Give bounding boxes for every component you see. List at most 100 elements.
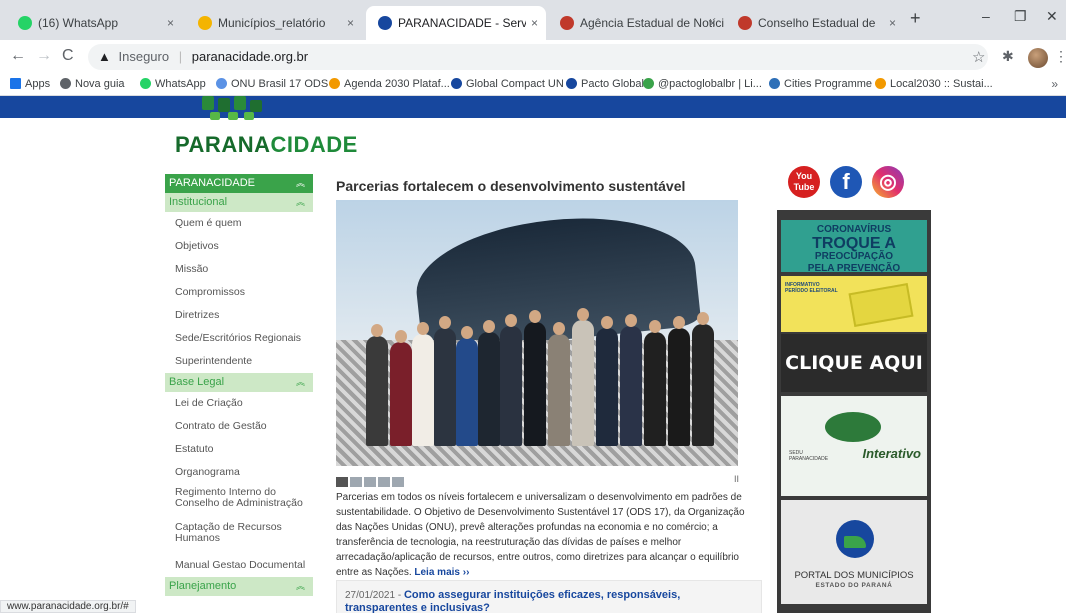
- facebook-icon[interactable]: f: [830, 166, 862, 198]
- tab-conselho[interactable]: Conselho Estadual de Desenvo ×: [726, 6, 904, 40]
- menu-icon[interactable]: ⋮: [1054, 48, 1066, 65]
- slide-dot[interactable]: [378, 477, 390, 487]
- tab-strip: (16) WhatsApp × Municípios_relatório × P…: [0, 0, 1066, 40]
- sidebar-item-superintendente[interactable]: Superintendente: [165, 350, 313, 373]
- sidebar-item-estatuto[interactable]: Estatuto: [165, 438, 313, 461]
- new-tab-button[interactable]: +: [910, 8, 921, 29]
- warning-icon: ▲: [98, 49, 111, 64]
- tab-whatsapp[interactable]: (16) WhatsApp ×: [6, 6, 182, 40]
- sidebar-item-organograma[interactable]: Organograma: [165, 461, 313, 484]
- sidebar-item-captacao[interactable]: Captação de Recursos Humanos: [165, 519, 313, 554]
- profile-avatar[interactable]: [1028, 48, 1048, 68]
- browser-window: (16) WhatsApp × Municípios_relatório × P…: [0, 0, 1066, 613]
- bookmark-agenda-2030[interactable]: Agenda 2030 Plataf...: [329, 78, 450, 90]
- ballot-box-icon: [848, 283, 914, 327]
- header-bar: [0, 96, 1066, 118]
- separator: |: [178, 49, 183, 64]
- article-summary: Parcerias em todos os níveis fortalecem …: [336, 492, 745, 578]
- sidebar-item-manual[interactable]: Manual Gestao Documental: [165, 554, 313, 577]
- slide-dot[interactable]: [350, 477, 362, 487]
- extensions-icon[interactable]: ✱: [1002, 48, 1014, 65]
- address-bar[interactable]: ▲ Inseguro | paranacidade.org.br: [88, 44, 988, 70]
- portal-emblem-icon: [836, 520, 874, 558]
- minimize-button[interactable]: –: [982, 8, 990, 24]
- whatsapp-icon: [140, 78, 151, 89]
- site-logo-text[interactable]: PARANACIDADE: [175, 132, 358, 158]
- tab-paranacidade[interactable]: PARANACIDADE - Serviço Soci ×: [366, 6, 546, 40]
- sidebar-item-objetivos[interactable]: Objetivos: [165, 235, 313, 258]
- instagram-icon[interactable]: ◎: [872, 166, 904, 198]
- pause-button[interactable]: II: [734, 474, 739, 484]
- back-button[interactable]: ←: [10, 47, 26, 65]
- close-icon[interactable]: ×: [347, 6, 354, 40]
- apps-grid-icon: [10, 78, 21, 89]
- more-bookmarks-button[interactable]: »: [1051, 77, 1058, 91]
- sidebar-item-diretrizes[interactable]: Diretrizes: [165, 304, 313, 327]
- eleitoral-banner[interactable]: INFORMATIVO PERÍODO ELEITORAL: [781, 276, 927, 332]
- sidebar-item-lei-criacao[interactable]: Lei de Criação: [165, 392, 313, 415]
- youtube-icon[interactable]: You Tube: [788, 166, 820, 198]
- bookmark-global-compact[interactable]: Global Compact UN: [451, 78, 564, 90]
- sidebar-header[interactable]: PARANACIDADE ︽: [165, 174, 313, 193]
- banner-column: CORONAVÍRUS TROQUE A PREOCUPAÇÃO PELA PR…: [777, 210, 931, 613]
- close-icon[interactable]: ×: [709, 6, 716, 40]
- reload-button[interactable]: C: [62, 47, 74, 65]
- bookmarks-bar: Apps Nova guia WhatsApp ONU Brasil 17 OD…: [0, 74, 1066, 96]
- sidebar-menu: PARANACIDADE ︽ Institucional ︽ Quem é quem…: [165, 174, 313, 596]
- close-icon[interactable]: ×: [167, 6, 174, 40]
- local2030-icon: [875, 78, 886, 89]
- bookmark-nova-guia[interactable]: Nova guia: [60, 78, 125, 90]
- bookmark-cities[interactable]: Cities Programme: [769, 78, 872, 90]
- crest-icon: [738, 16, 752, 30]
- sidebar-item-contrato[interactable]: Contrato de Gestão: [165, 415, 313, 438]
- sidebar-item-sede[interactable]: Sede/Escritórios Regionais: [165, 327, 313, 350]
- un-icon: [216, 78, 227, 89]
- globe-icon: [60, 78, 71, 89]
- tree-icon: [825, 412, 881, 442]
- eleitoral-tag: INFORMATIVO PERÍODO ELEITORAL: [785, 282, 838, 294]
- cities-icon: [769, 78, 780, 89]
- tab-title: Municípios_relatório: [218, 16, 326, 30]
- bookmark-apps[interactable]: Apps: [10, 78, 50, 90]
- chevron-up-icon: ︽: [295, 197, 305, 207]
- news-date: 27/01/2021 -: [345, 590, 404, 601]
- bookmark-onu[interactable]: ONU Brasil 17 ODS: [216, 78, 328, 90]
- slideshow-pagination: [336, 474, 406, 487]
- bookmark-pacto-global[interactable]: Pacto Global: [566, 78, 644, 90]
- bookmark-star-icon[interactable]: ☆: [972, 48, 985, 66]
- close-icon[interactable]: ×: [889, 6, 896, 40]
- tab-agencia[interactable]: Agência Estadual de Notícias ×: [548, 6, 724, 40]
- slide-dot[interactable]: [336, 477, 348, 487]
- sidebar-item-regimento[interactable]: Regimento Interno do Conselho de Adminis…: [165, 484, 313, 519]
- news-item[interactable]: 27/01/2021 - Como assegurar instituições…: [336, 580, 762, 613]
- close-window-button[interactable]: ✕: [1046, 8, 1058, 25]
- slideshow-image[interactable]: [336, 200, 738, 466]
- status-url: www.paranacidade.org.br/#: [0, 600, 136, 613]
- sidebar-item-missao[interactable]: Missão: [165, 258, 313, 281]
- article-title[interactable]: Parcerias fortalecem o desenvolvimento s…: [336, 178, 685, 194]
- interativo-banner[interactable]: SEDU PARANACIDADE Interativo: [781, 396, 927, 496]
- sidebar-item-compromissos[interactable]: Compromissos: [165, 281, 313, 304]
- sidebar-section-base-legal[interactable]: Base Legal ︽: [165, 373, 313, 392]
- slide-dot[interactable]: [364, 477, 376, 487]
- forward-button[interactable]: →: [36, 47, 52, 65]
- agenda-icon: [329, 78, 340, 89]
- bookmark-whatsapp[interactable]: WhatsApp: [140, 78, 206, 90]
- sidebar-section-institucional[interactable]: Institucional ︽: [165, 193, 313, 212]
- portal-municipios-banner[interactable]: PORTAL DOS MUNICÍPIOS ESTADO DO PARANÁ: [781, 500, 927, 604]
- sidebar-section-planejamento[interactable]: Planejamento ︽: [165, 577, 313, 596]
- restore-button[interactable]: ❐: [1014, 8, 1027, 25]
- close-icon[interactable]: ×: [531, 6, 538, 40]
- slide-dot[interactable]: [392, 477, 404, 487]
- bookmark-local2030[interactable]: Local2030 :: Sustai...: [875, 78, 993, 90]
- tab-title: PARANACIDADE - Serviço Soci: [398, 16, 526, 30]
- sidebar-item-quem-e-quem[interactable]: Quem é quem: [165, 212, 313, 235]
- sheets-icon: [198, 16, 212, 30]
- read-more-link[interactable]: Leia mais ››: [414, 567, 469, 578]
- web-page: PARANACIDADE PARANACIDADE ︽ Institucional…: [0, 96, 1066, 613]
- tab-municipios[interactable]: Municípios_relatório ×: [186, 6, 362, 40]
- clique-aqui-banner[interactable]: CLIQUE AQUI: [781, 334, 927, 392]
- bookmark-pactoglobalbr[interactable]: @pactoglobalbr | Li...: [643, 78, 762, 90]
- coronavirus-banner[interactable]: CORONAVÍRUS TROQUE A PREOCUPAÇÃO PELA PR…: [781, 220, 927, 274]
- paranacidade-logo-icon[interactable]: [200, 96, 270, 122]
